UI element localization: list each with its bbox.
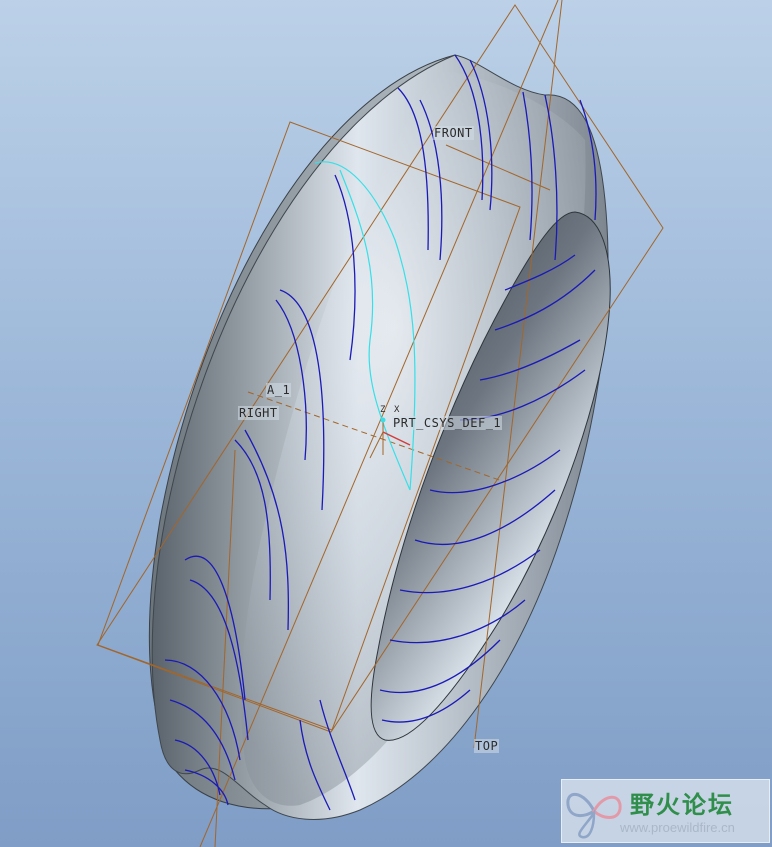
datum-label-front[interactable]: FRONT <box>433 126 474 140</box>
datum-label-csys-z: Z <box>380 405 386 415</box>
graphics-viewport[interactable]: FRONT A_1 RIGHT Z X PRT_CSYS_DEF_1 TOP 野… <box>0 0 772 847</box>
datum-label-csys[interactable]: PRT_CSYS_DEF_1 <box>392 416 503 430</box>
forum-watermark: 野火论坛 www.proewildfire.cn <box>561 779 770 843</box>
model-scene[interactable] <box>0 0 772 847</box>
watermark-url: www.proewildfire.cn <box>620 820 735 835</box>
datum-label-top[interactable]: TOP <box>474 739 500 753</box>
datum-label-axis[interactable]: A_1 <box>266 383 292 397</box>
watermark-title: 野火论坛 <box>630 791 734 819</box>
datum-label-right[interactable]: RIGHT <box>238 406 279 420</box>
datum-label-csys-x: X <box>394 405 400 415</box>
butterfly-logo-icon <box>566 793 622 839</box>
